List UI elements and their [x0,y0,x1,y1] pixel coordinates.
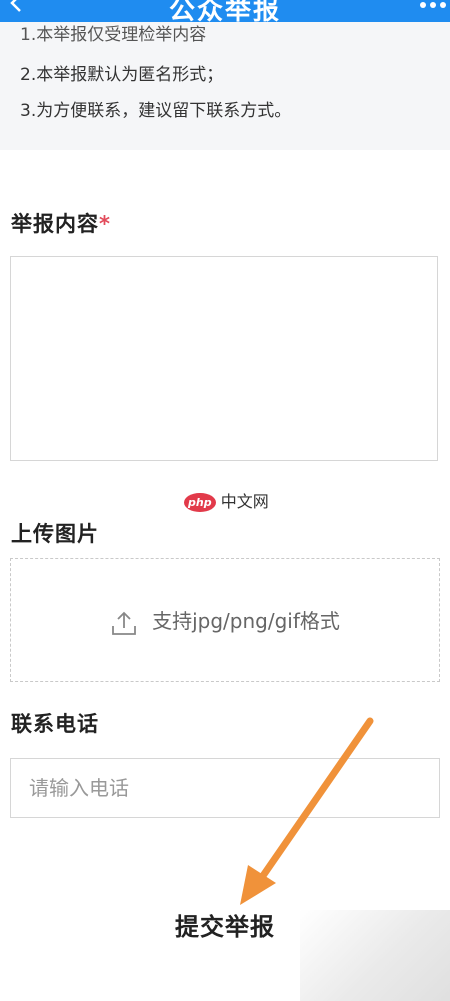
header-bar: 公众举报 [0,0,450,26]
image-upload-area[interactable]: 支持jpg/png/gif格式 [10,558,440,682]
notice-line-2: 2.本举报默认为匿名形式； [20,65,224,85]
notice-line-1: 1.本举报仅受理检举内容 [20,25,207,45]
content-label: 举报内容* [11,208,111,238]
upload-hint: 支持jpg/png/gif格式 [152,609,340,633]
watermark: php 中文网 [184,488,269,512]
watermark-text: 中文网 [220,492,269,511]
notice-panel: 1.本举报仅受理检举内容 2.本举报默认为匿名形式； 3.为方便联系，建议留下联… [0,22,450,150]
report-page: 公众举报 1.本举报仅受理检举内容 2.本举报默认为匿名形式； 3.为方便联系，… [0,0,450,1001]
phone-label: 联系电话 [11,712,99,736]
upload-label: 上传图片 [11,522,99,546]
upload-icon [112,611,136,635]
submit-report-button[interactable]: 提交举报 [160,902,290,946]
content-label-text: 举报内容 [11,212,99,236]
report-content-textarea[interactable] [10,256,438,461]
upload-hint-row: 支持jpg/png/gif格式 [11,605,439,637]
notice-line-3: 3.为方便联系，建议留下联系方式。 [20,101,292,121]
more-dots-icon[interactable] [418,0,448,10]
watermark-badge: php [184,493,216,512]
corner-mosaic [300,910,450,1001]
required-mark: * [99,212,111,236]
phone-input[interactable] [10,758,440,818]
